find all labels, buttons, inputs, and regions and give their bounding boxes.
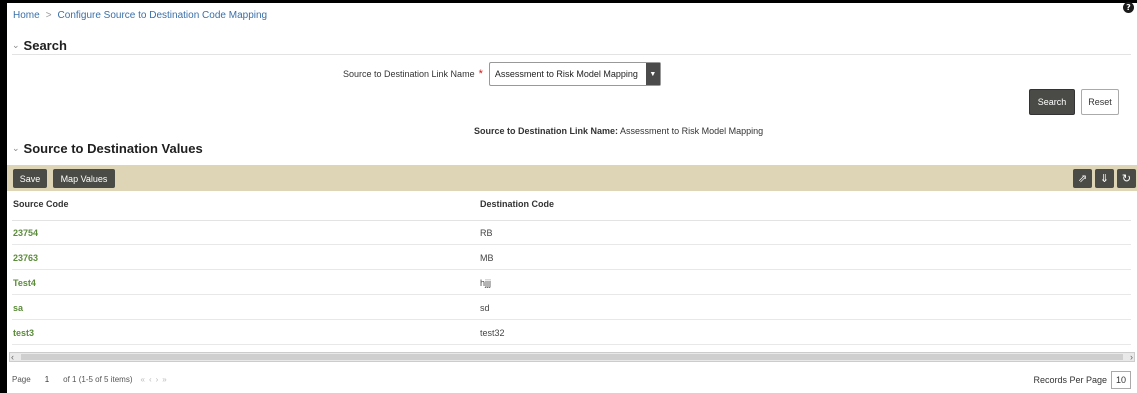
page-number-input[interactable]: 1 xyxy=(45,375,49,384)
app-window: ? Home > Configure Source to Destination… xyxy=(0,0,1137,393)
export-icon[interactable]: ⇗ xyxy=(1073,169,1092,188)
map-values-button[interactable]: Map Values xyxy=(53,169,115,188)
destination-code-cell: sd xyxy=(480,303,490,313)
destination-code-cell: MB xyxy=(480,253,494,263)
link-name-select[interactable]: Assessment to Risk Model Mapping ▼ xyxy=(488,62,661,86)
table-row[interactable]: 23754 RB xyxy=(12,221,1131,245)
horizontal-scrollbar[interactable]: ‹ › xyxy=(9,352,1135,362)
source-code-cell[interactable]: 23763 xyxy=(13,253,38,263)
import-icon[interactable]: ⇓ xyxy=(1095,169,1114,188)
source-code-cell[interactable]: Test4 xyxy=(13,278,36,288)
summary-value: Assessment to Risk Model Mapping xyxy=(620,126,764,136)
breadcrumb-home-link[interactable]: Home xyxy=(13,10,40,21)
page-summary: of 1 (1-5 of 5 items) xyxy=(63,375,133,384)
page-label: Page xyxy=(12,375,31,384)
source-code-cell[interactable]: 23754 xyxy=(13,228,38,238)
values-section-title: Source to Destination Values xyxy=(23,141,203,156)
table-row[interactable]: Test4 hjjj xyxy=(12,271,1131,295)
column-header-source-code[interactable]: Source Code xyxy=(13,199,69,209)
dropdown-arrow-icon[interactable]: ▼ xyxy=(645,63,660,85)
reset-button[interactable]: Reset xyxy=(1081,89,1119,115)
search-button[interactable]: Search xyxy=(1029,89,1075,115)
scrollbar-thumb[interactable] xyxy=(21,354,1123,360)
top-border xyxy=(0,0,1137,3)
records-per-page-label: Records Per Page xyxy=(1033,375,1107,385)
records-per-page-input[interactable]: 10 xyxy=(1111,371,1131,389)
refresh-icon[interactable]: ↻ xyxy=(1117,169,1136,188)
values-section-header[interactable]: ⌄ Source to Destination Values xyxy=(12,141,203,156)
save-button[interactable]: Save xyxy=(13,169,47,188)
left-border xyxy=(0,0,7,393)
summary-label: Source to Destination Link Name: xyxy=(474,126,619,136)
divider xyxy=(12,54,1131,55)
destination-code-cell: hjjj xyxy=(480,278,492,288)
selected-link-summary: Source to Destination Link Name: Assessm… xyxy=(474,126,763,136)
column-header-destination-code[interactable]: Destination Code xyxy=(480,199,554,209)
grid-toolbar: Save Map Values ⇗ ⇓ ↻ xyxy=(7,165,1137,191)
table-row[interactable]: 23763 MB xyxy=(12,246,1131,270)
link-name-select-value: Assessment to Risk Model Mapping xyxy=(494,69,638,79)
link-name-label: Source to Destination Link Name xyxy=(343,69,475,79)
source-code-cell[interactable]: test3 xyxy=(13,328,34,338)
breadcrumb-current[interactable]: Configure Source to Destination Code Map… xyxy=(58,10,268,21)
records-per-page: Records Per Page 10 xyxy=(1033,371,1131,389)
chevron-down-icon: ⌄ xyxy=(12,40,20,50)
table-row[interactable]: test3 test32 xyxy=(12,321,1131,345)
help-icon[interactable]: ? xyxy=(1123,2,1134,13)
breadcrumb: Home > Configure Source to Destination C… xyxy=(13,10,267,21)
link-name-field-row: Source to Destination Link Name * Assess… xyxy=(343,62,661,86)
source-code-cell[interactable]: sa xyxy=(13,303,23,313)
destination-code-cell: test32 xyxy=(480,328,505,338)
required-marker: * xyxy=(478,68,483,80)
search-section-title: Search xyxy=(23,38,67,53)
search-section-header[interactable]: ⌄ Search xyxy=(12,38,67,53)
scroll-left-icon[interactable]: ‹ xyxy=(11,352,14,362)
breadcrumb-separator: > xyxy=(45,10,52,21)
table-row[interactable]: sa sd xyxy=(12,296,1131,320)
page-nav-icons[interactable]: «‹›» xyxy=(141,375,171,384)
chevron-down-icon: ⌄ xyxy=(12,143,20,153)
pagination: Page 1 of 1 (1-5 of 5 items) «‹›» xyxy=(12,375,171,384)
destination-code-cell: RB xyxy=(480,228,493,238)
scroll-right-icon[interactable]: › xyxy=(1130,352,1133,362)
